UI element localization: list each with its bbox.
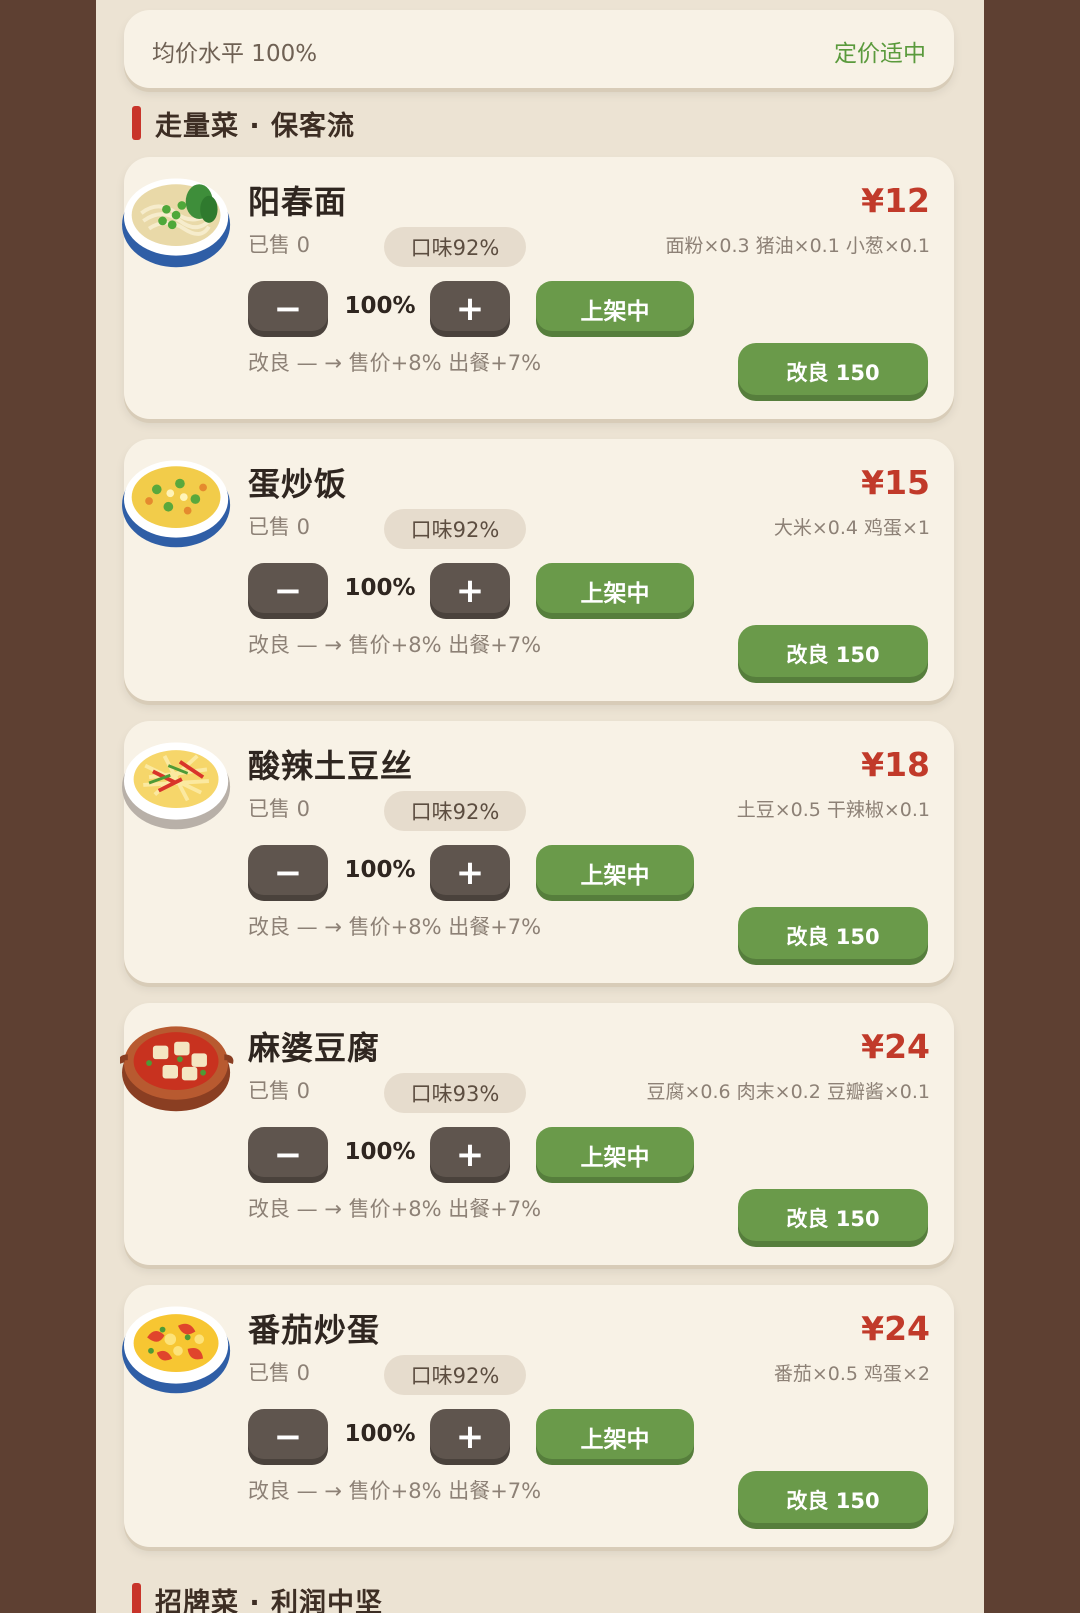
dish-card: 蛋炒饭 ¥15 已售 0 口味92% 大米×0.4 鸡蛋×1 − 100% + …	[122, 439, 954, 701]
price-percent: 100%	[344, 1139, 416, 1165]
sold-count: 已售 0	[248, 515, 311, 539]
dish-name: 番茄炒蛋	[248, 1311, 381, 1349]
improve-button[interactable]: 改良 150	[738, 907, 928, 965]
improve-effect-text: 改良 — → 售价+8% 出餐+7%	[248, 351, 542, 375]
decrease-price-button[interactable]: −	[248, 1127, 328, 1183]
ingredients-list: 豆腐×0.6 肉末×0.2 豆瓣酱×0.1	[646, 1081, 931, 1103]
listing-toggle-button[interactable]: 上架中	[536, 1409, 694, 1465]
sold-count: 已售 0	[248, 233, 311, 257]
taste-badge: 口味92%	[384, 791, 526, 831]
listing-toggle-button[interactable]: 上架中	[536, 281, 694, 337]
dish-price: ¥24	[861, 1027, 930, 1066]
increase-price-button[interactable]: +	[430, 281, 510, 337]
price-percent: 100%	[344, 857, 416, 883]
ingredients-list: 面粉×0.3 猪油×0.1 小葱×0.1	[665, 235, 931, 257]
improve-effect-text: 改良 — → 售价+8% 出餐+7%	[248, 1197, 542, 1221]
next-section-header: 招牌菜 · 利润中坚	[132, 1580, 383, 1613]
listing-toggle-button[interactable]: 上架中	[536, 845, 694, 901]
taste-badge: 口味92%	[384, 509, 526, 549]
improve-effect-text: 改良 — → 售价+8% 出餐+7%	[248, 1479, 542, 1503]
ingredients-list: 大米×0.4 鸡蛋×1	[773, 517, 930, 539]
shredded-potato-icon	[122, 742, 231, 830]
price-percent: 100%	[344, 575, 416, 601]
improve-button[interactable]: 改良 150	[738, 1189, 928, 1247]
tomato-egg-icon	[122, 1306, 231, 1394]
taste-badge: 口味92%	[384, 1355, 526, 1395]
decrease-price-button[interactable]: −	[248, 281, 328, 337]
average-price-bar: 均价水平 100% 定价适中	[124, 10, 954, 88]
improve-button[interactable]: 改良 150	[738, 1471, 928, 1529]
dish-card: 酸辣土豆丝 ¥18 已售 0 口味92% 土豆×0.5 干辣椒×0.1 − 10…	[122, 721, 954, 983]
next-section-title: 招牌菜 · 利润中坚	[155, 1587, 384, 1613]
improve-effect-text: 改良 — → 售价+8% 出餐+7%	[248, 633, 542, 657]
dish-name: 蛋炒饭	[248, 465, 348, 503]
increase-price-button[interactable]: +	[430, 1127, 510, 1183]
ingredients-list: 番茄×0.5 鸡蛋×2	[773, 1363, 930, 1385]
sold-count: 已售 0	[248, 1079, 311, 1103]
price-status: 定价适中	[834, 41, 926, 67]
increase-price-button[interactable]: +	[430, 1409, 510, 1465]
average-price-label: 均价水平 100%	[152, 41, 318, 67]
decrease-price-button[interactable]: −	[248, 563, 328, 619]
listing-toggle-button[interactable]: 上架中	[536, 1127, 694, 1183]
dish-price: ¥12	[861, 181, 930, 220]
decrease-price-button[interactable]: −	[248, 845, 328, 901]
sold-count: 已售 0	[248, 797, 311, 821]
improve-button[interactable]: 改良 150	[738, 625, 928, 683]
section-marker	[132, 1583, 141, 1613]
increase-price-button[interactable]: +	[430, 845, 510, 901]
increase-price-button[interactable]: +	[430, 563, 510, 619]
dish-name: 麻婆豆腐	[248, 1029, 381, 1067]
improve-button[interactable]: 改良 150	[738, 343, 928, 401]
menu-panel: 均价水平 100% 定价适中 走量菜 · 保客流 阳春面 ¥12 已售 0 口味…	[96, 0, 984, 1613]
taste-badge: 口味93%	[384, 1073, 526, 1113]
price-percent: 100%	[344, 1421, 416, 1447]
taste-badge: 口味92%	[384, 227, 526, 267]
fried-rice-icon	[122, 460, 231, 548]
price-percent: 100%	[344, 293, 416, 319]
dish-card: 麻婆豆腐 ¥24 已售 0 口味93% 豆腐×0.6 肉末×0.2 豆瓣酱×0.…	[120, 1003, 954, 1265]
dish-card: 阳春面 ¥12 已售 0 口味92% 面粉×0.3 猪油×0.1 小葱×0.1 …	[122, 157, 954, 419]
dish-name: 阳春面	[248, 183, 348, 221]
sold-count: 已售 0	[248, 1361, 311, 1385]
improve-effect-text: 改良 — → 售价+8% 出餐+7%	[248, 915, 542, 939]
dish-name: 酸辣土豆丝	[248, 747, 414, 785]
section-header: 走量菜 · 保客流	[132, 103, 355, 143]
section-title: 走量菜 · 保客流	[155, 110, 356, 142]
ingredients-list: 土豆×0.5 干辣椒×0.1	[736, 799, 930, 821]
listing-toggle-button[interactable]: 上架中	[536, 563, 694, 619]
dish-price: ¥24	[861, 1309, 930, 1348]
decrease-price-button[interactable]: −	[248, 1409, 328, 1465]
section-marker	[132, 106, 141, 140]
dish-price: ¥15	[861, 463, 930, 502]
mapo-tofu-icon	[120, 1026, 234, 1112]
dish-card: 番茄炒蛋 ¥24 已售 0 口味92% 番茄×0.5 鸡蛋×2 − 100% +…	[122, 1285, 954, 1547]
noodle-bowl-icon	[122, 178, 231, 268]
dish-price: ¥18	[861, 745, 930, 784]
